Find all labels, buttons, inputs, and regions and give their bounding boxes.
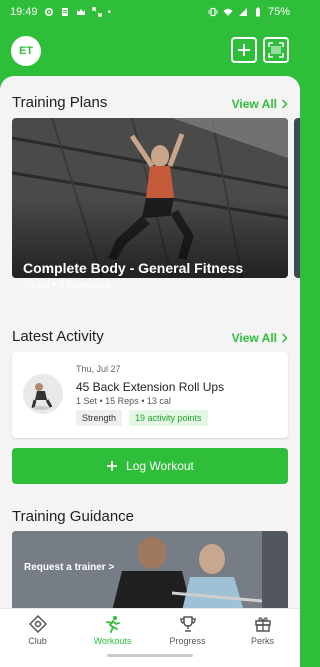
nav-label-perks: Perks (250, 636, 274, 646)
activity-card[interactable]: Thu, Jul 27 45 Back Extension Roll Ups 1… (12, 352, 288, 438)
nav-item-workouts[interactable]: Workouts (75, 615, 150, 646)
next-plan-card-peek[interactable] (294, 118, 300, 278)
bottom-navigation: Club Workouts Progress Perks (0, 608, 300, 667)
training-plan-card[interactable]: Complete Body - General Fitness (12, 118, 288, 278)
latest-activity-view-all-link[interactable]: View All (232, 331, 288, 345)
vibrate-icon (208, 7, 218, 17)
category-tag: Strength (76, 410, 123, 426)
exercise-thumbnail (23, 374, 63, 414)
document-icon (61, 8, 68, 16)
training-plans-view-all-link[interactable]: View All (232, 97, 288, 111)
app-bar: ET (0, 24, 300, 76)
trophy-icon (179, 616, 196, 632)
main-content: Training Plans View All Complete Body - … (0, 76, 300, 608)
signal-icon (238, 8, 247, 16)
chevron-right-icon (281, 99, 288, 109)
view-all-label: View All (231, 331, 277, 345)
log-workout-button[interactable]: Log Workout (12, 448, 288, 484)
barcode-scan-icon (268, 42, 284, 58)
nav-label-progress: Progress (169, 636, 206, 646)
crown-icon (76, 9, 85, 15)
expand-icon (91, 7, 102, 17)
activity-title: 45 Back Extension Roll Ups (76, 380, 225, 394)
activity-date: Thu, Jul 27 (76, 364, 121, 374)
view-all-label: View All (231, 97, 277, 111)
status-time: 19:49 (10, 6, 38, 18)
plus-icon (107, 461, 118, 471)
battery-percent: 75% (267, 6, 290, 18)
status-bar: 19:49 • 75% (0, 0, 300, 24)
training-guidance-title: Training Guidance (12, 508, 135, 525)
home-indicator[interactable] (107, 654, 193, 657)
request-trainer-text: Request a trainer > (24, 562, 115, 573)
avatar[interactable]: ET (11, 36, 41, 66)
plan-card-title: Complete Body - General Fitness (23, 260, 244, 276)
nav-label-club: Club (28, 636, 47, 646)
wifi-icon (223, 8, 233, 16)
scan-button[interactable] (263, 37, 289, 63)
battery-icon (255, 7, 260, 17)
nav-item-perks[interactable]: Perks (225, 615, 300, 646)
training-plans-title: Training Plans (12, 94, 108, 111)
nav-label-workouts: Workouts (93, 636, 132, 646)
nav-item-progress[interactable]: Progress (150, 615, 225, 646)
activity-meta: 1 Set • 15 Reps • 13 cal (76, 396, 171, 406)
club-icon (28, 615, 47, 633)
log-workout-label: Log Workout (126, 459, 194, 473)
notification-dot: • (107, 6, 112, 18)
activity-points-tag: 19 activity points (129, 410, 208, 426)
add-button[interactable] (231, 37, 257, 63)
gift-icon (254, 617, 271, 632)
settings-icon (44, 7, 53, 17)
nav-item-club[interactable]: Club (0, 615, 75, 646)
plus-icon (238, 44, 250, 56)
latest-activity-title: Latest Activity (12, 328, 104, 345)
exercise-figure-icon (31, 383, 53, 410)
workouts-icon (105, 616, 120, 633)
plan-card-subtitle: 56 cal • 9 Exercises (23, 280, 111, 291)
chevron-right-icon (281, 333, 288, 343)
request-trainer-card[interactable]: Request a trainer > (12, 531, 288, 608)
